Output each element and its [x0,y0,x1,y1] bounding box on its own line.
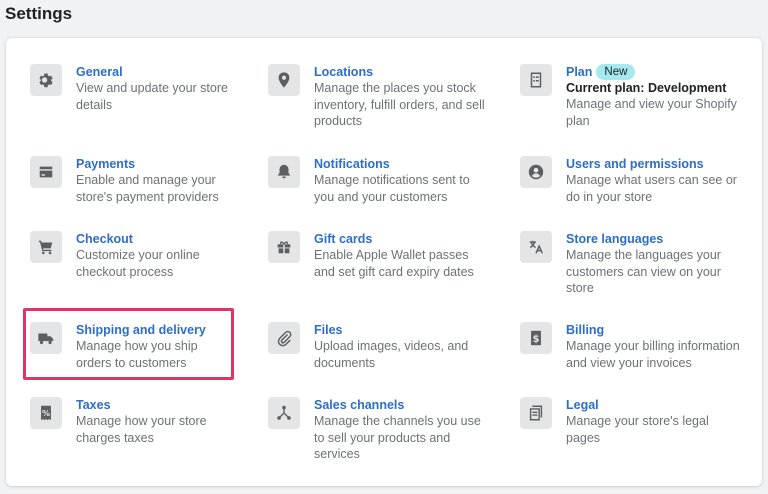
gear-icon [30,64,62,96]
settings-item-desc: Manage your billing information and view… [566,339,740,370]
location-pin-icon [268,64,300,96]
translate-icon [520,231,552,263]
gift-icon [268,231,300,263]
svg-text:%: % [42,408,50,418]
legal-document-icon [520,397,552,429]
settings-item-desc: Manage the channels you use to sell your… [314,414,481,461]
new-badge: New [596,64,636,80]
settings-item-payments[interactable]: Payments Enable and manage your store's … [30,156,245,205]
paperclip-icon [268,322,300,354]
settings-item-gift-cards[interactable]: Gift cards Enable Apple Wallet passes an… [268,231,488,280]
shopping-cart-icon [30,231,62,263]
plan-document-icon [520,64,552,96]
settings-item-title: Users and permissions [566,157,704,171]
settings-item-taxes[interactable]: % Taxes Manage how your store charges ta… [30,397,245,446]
current-plan-label: Current plan: Development [566,81,727,95]
settings-item-desc: Manage the languages your customers can … [566,248,721,295]
settings-item-desc: Enable and manage your store's payment p… [76,173,219,204]
payments-card-icon [30,156,62,188]
settings-item-checkout[interactable]: Checkout Customize your online checkout … [30,231,245,280]
settings-card: General View and update your store detai… [6,38,762,486]
settings-item-locations[interactable]: Locations Manage the places you stock in… [268,64,488,130]
settings-item-desc: Manage notifications sent to you and you… [314,173,470,204]
settings-item-desc: Upload images, videos, and documents [314,339,469,370]
settings-item-title: Notifications [314,157,390,171]
user-circle-icon [520,156,552,188]
settings-item-title: Billing [566,323,605,337]
settings-item-title: Gift cards [314,232,373,246]
settings-item-files[interactable]: Files Upload images, videos, and documen… [268,322,488,371]
settings-item-desc: Enable Apple Wallet passes and set gift … [314,248,474,279]
settings-item-title: General [76,65,123,79]
settings-item-title: Plan [566,65,593,79]
tax-receipt-icon: % [30,397,62,429]
settings-item-store-languages[interactable]: Store languages Manage the languages you… [520,231,744,297]
settings-item-title: Store languages [566,232,664,246]
settings-item-desc: Customize your online checkout process [76,248,200,279]
settings-item-title: Sales channels [314,398,405,412]
bell-icon [268,156,300,188]
settings-item-title: Locations [314,65,374,79]
billing-dollar-icon: $ [520,322,552,354]
settings-item-billing[interactable]: $ Billing Manage your billing informatio… [520,322,744,371]
settings-item-desc: View and update your store details [76,81,228,112]
settings-item-desc: Manage your store's legal pages [566,414,709,445]
delivery-truck-icon [30,322,62,354]
settings-item-desc: Manage and view your Shopify plan [566,97,737,128]
settings-item-title: Legal [566,398,599,412]
settings-item-users-and-permissions[interactable]: Users and permissions Manage what users … [520,156,744,205]
settings-item-sales-channels[interactable]: Sales channels Manage the channels you u… [268,397,488,463]
settings-item-legal[interactable]: Legal Manage your store's legal pages [520,397,744,446]
settings-item-title: Payments [76,157,136,171]
settings-item-notifications[interactable]: Notifications Manage notifications sent … [268,156,488,205]
page-title: Settings [5,4,73,23]
sales-channels-icon [268,397,300,429]
settings-item-title: Taxes [76,398,111,412]
settings-item-desc: Manage the places you stock inventory, f… [314,81,485,128]
settings-item-desc: Manage how you ship orders to customers [76,339,198,370]
settings-item-plan[interactable]: Plan New Current plan: Development Manag… [520,64,744,129]
settings-item-title: Shipping and delivery [76,323,206,337]
settings-item-title: Checkout [76,232,133,246]
settings-item-general[interactable]: General View and update your store detai… [30,64,245,113]
settings-item-desc: Manage what users can see or do in your … [566,173,737,204]
svg-text:$: $ [533,334,540,345]
settings-item-title: Files [314,323,343,337]
settings-item-desc: Manage how your store charges taxes [76,414,207,445]
settings-item-shipping-and-delivery[interactable]: Shipping and delivery Manage how you shi… [30,322,230,371]
